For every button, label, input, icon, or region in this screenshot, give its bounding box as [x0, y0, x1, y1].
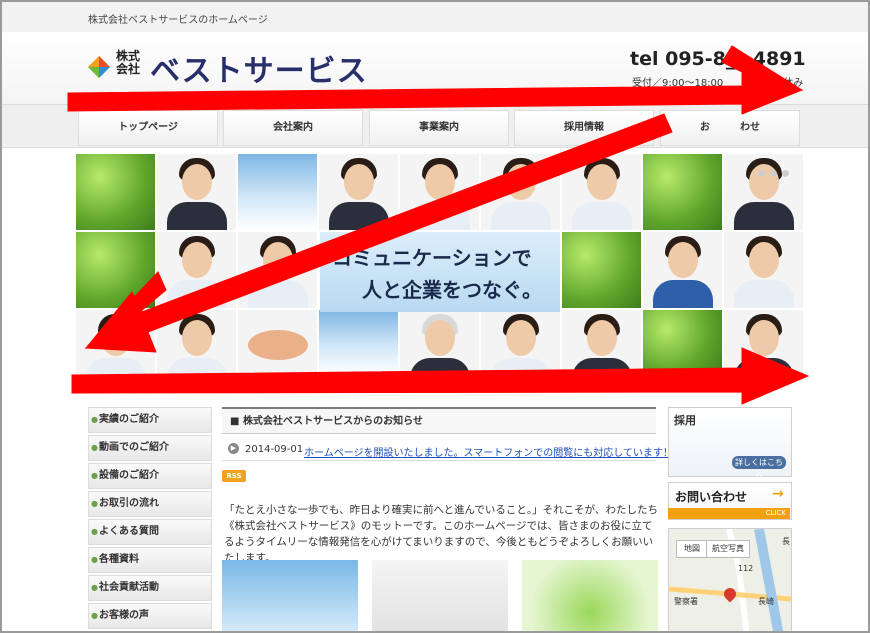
- browser-frame: 株式会社ベストサービスのホームページ 株式会社 ベストサービス tel 095-…: [0, 0, 870, 633]
- annotation-arrow-diagonal: [84, 113, 673, 353]
- annotation-arrows: [67, 45, 810, 405]
- annotation-arrow-bottom: [71, 347, 810, 405]
- annotation-arrow-top: [67, 65, 804, 115]
